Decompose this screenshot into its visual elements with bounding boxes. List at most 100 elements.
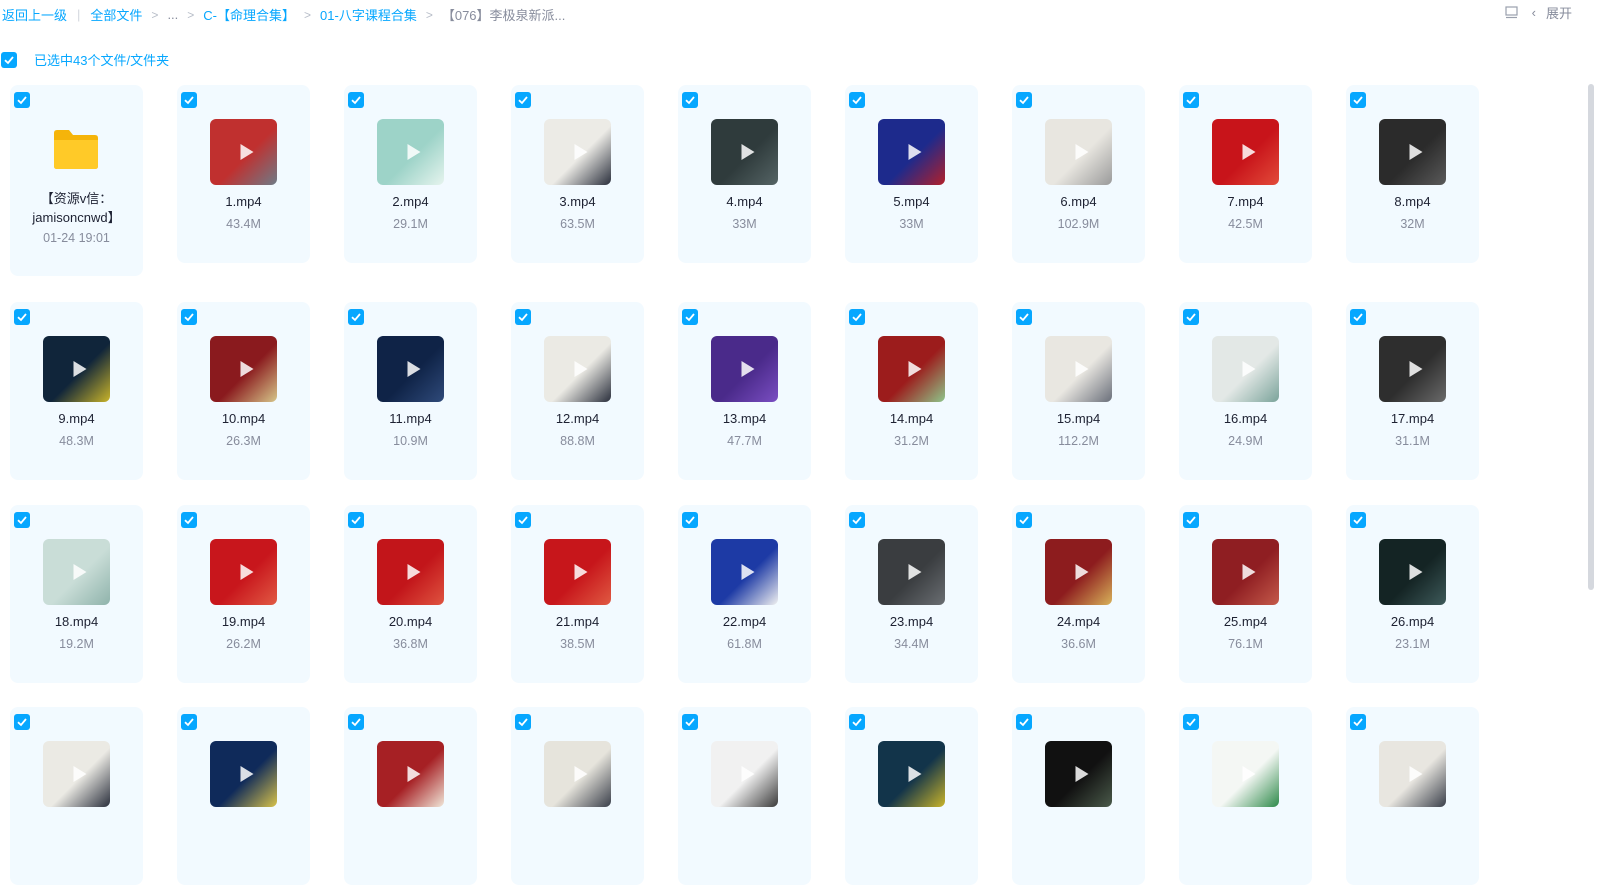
file-tile[interactable] (344, 707, 477, 885)
file-tile[interactable]: 17.mp4 31.1M (1346, 302, 1479, 480)
file-checkbox[interactable] (1350, 714, 1366, 730)
breadcrumb-current: 【076】李极泉新派... (441, 8, 566, 23)
file-tile[interactable]: 13.mp4 47.7M (678, 302, 811, 480)
file-tile[interactable]: 25.mp4 76.1M (1179, 505, 1312, 683)
file-checkbox[interactable] (849, 512, 865, 528)
check-icon (852, 516, 862, 525)
file-checkbox[interactable] (682, 309, 698, 325)
file-checkbox[interactable] (348, 714, 364, 730)
file-checkbox[interactable] (1016, 92, 1032, 108)
file-tile[interactable]: 18.mp4 19.2M (10, 505, 143, 683)
file-checkbox[interactable] (14, 512, 30, 528)
file-checkbox[interactable] (348, 309, 364, 325)
file-tile[interactable]: 21.mp4 38.5M (511, 505, 644, 683)
select-all-checkbox[interactable] (1, 51, 17, 68)
breadcrumb-all-files[interactable]: 全部文件 (90, 5, 142, 24)
file-checkbox[interactable] (1183, 309, 1199, 325)
file-checkbox[interactable] (515, 92, 531, 108)
file-name: 20.mp4 (388, 614, 433, 629)
file-checkbox[interactable] (1350, 512, 1366, 528)
file-checkbox[interactable] (515, 309, 531, 325)
file-tile[interactable] (678, 707, 811, 885)
file-tile[interactable]: 16.mp4 24.9M (1179, 302, 1312, 480)
video-thumbnail (1045, 539, 1112, 605)
check-icon (1186, 313, 1196, 322)
file-tile[interactable]: 22.mp4 61.8M (678, 505, 811, 683)
file-checkbox[interactable] (1183, 714, 1199, 730)
expand-button[interactable]: ‹ 展开 (1532, 3, 1572, 22)
breadcrumb-level2[interactable]: 01-八字课程合集 (320, 5, 417, 24)
play-icon (1409, 564, 1422, 580)
file-checkbox[interactable] (181, 512, 197, 528)
file-name: 5.mp4 (893, 194, 930, 209)
scrollbar[interactable] (1588, 84, 1594, 590)
file-tile[interactable]: 20.mp4 36.8M (344, 505, 477, 683)
file-tile[interactable]: 26.mp4 23.1M (1346, 505, 1479, 683)
check-icon (184, 718, 194, 727)
breadcrumb: 返回上一级 | 全部文件 > ... > C-【命理合集】 > 01-八字课程合… (2, 5, 565, 24)
folder-tile[interactable]: 【资源v信：jamisoncnwd】 01-24 19:01 (10, 85, 143, 276)
play-icon (73, 766, 86, 782)
file-tile[interactable] (1012, 707, 1145, 885)
back-link[interactable]: 返回上一级 (2, 5, 67, 24)
file-checkbox[interactable] (682, 714, 698, 730)
file-tile[interactable] (10, 707, 143, 885)
divider: | (77, 7, 81, 22)
file-checkbox[interactable] (181, 92, 197, 108)
file-checkbox[interactable] (515, 512, 531, 528)
file-tile[interactable]: 8.mp4 32M (1346, 85, 1479, 263)
breadcrumb-level1[interactable]: C-【命理合集】 (203, 5, 295, 24)
check-icon (184, 313, 194, 322)
file-tile[interactable]: 3.mp4 63.5M (511, 85, 644, 263)
file-tile[interactable]: 11.mp4 10.9M (344, 302, 477, 480)
file-tile[interactable] (845, 707, 978, 885)
file-checkbox[interactable] (849, 714, 865, 730)
folder-name: 【资源v信：jamisoncnwd】 (32, 191, 121, 225)
play-icon (240, 361, 253, 377)
file-checkbox[interactable] (14, 714, 30, 730)
file-tile[interactable]: 10.mp4 26.3M (177, 302, 310, 480)
file-checkbox[interactable] (1183, 512, 1199, 528)
file-tile[interactable]: 5.mp4 33M (845, 85, 978, 263)
file-size: 43.4M (226, 217, 261, 231)
file-checkbox[interactable] (14, 309, 30, 325)
file-checkbox[interactable] (682, 512, 698, 528)
file-tile[interactable]: 7.mp4 42.5M (1179, 85, 1312, 263)
file-tile[interactable]: 24.mp4 36.6M (1012, 505, 1145, 683)
file-tile[interactable]: 1.mp4 43.4M (177, 85, 310, 263)
file-checkbox[interactable] (348, 512, 364, 528)
file-checkbox[interactable] (1183, 92, 1199, 108)
file-checkbox[interactable] (181, 309, 197, 325)
file-checkbox[interactable] (849, 309, 865, 325)
file-checkbox[interactable] (682, 92, 698, 108)
file-tile[interactable]: 12.mp4 88.8M (511, 302, 644, 480)
file-checkbox[interactable] (1016, 309, 1032, 325)
play-icon (741, 144, 754, 160)
file-tile[interactable]: 19.mp4 26.2M (177, 505, 310, 683)
file-checkbox[interactable] (1016, 714, 1032, 730)
video-thumbnail (878, 119, 945, 185)
file-tile[interactable]: 23.mp4 34.4M (845, 505, 978, 683)
video-thumbnail (878, 741, 945, 807)
file-tile[interactable]: 9.mp4 48.3M (10, 302, 143, 480)
file-checkbox[interactable] (348, 92, 364, 108)
file-tile[interactable] (511, 707, 644, 885)
play-icon (1075, 144, 1088, 160)
file-tile[interactable] (1179, 707, 1312, 885)
breadcrumb-ellipsis[interactable]: ... (167, 7, 178, 22)
file-tile[interactable]: 15.mp4 112.2M (1012, 302, 1145, 480)
file-checkbox[interactable] (849, 92, 865, 108)
file-tile[interactable]: 2.mp4 29.1M (344, 85, 477, 263)
file-checkbox[interactable] (1016, 512, 1032, 528)
file-checkbox[interactable] (1350, 92, 1366, 108)
file-tile[interactable]: 14.mp4 31.2M (845, 302, 978, 480)
file-tile[interactable] (1346, 707, 1479, 885)
file-tile[interactable]: 4.mp4 33M (678, 85, 811, 263)
layout-icon[interactable] (1505, 6, 1518, 19)
folder-checkbox[interactable] (14, 92, 30, 108)
file-checkbox[interactable] (1350, 309, 1366, 325)
file-tile[interactable]: 6.mp4 102.9M (1012, 85, 1145, 263)
file-checkbox[interactable] (515, 714, 531, 730)
file-tile[interactable] (177, 707, 310, 885)
file-checkbox[interactable] (181, 714, 197, 730)
